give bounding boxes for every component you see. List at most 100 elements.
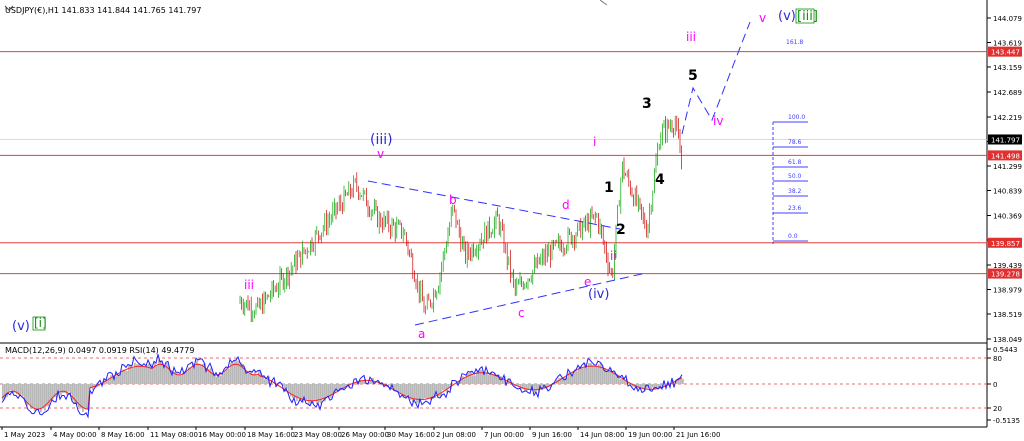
wave-label: 2 bbox=[616, 222, 626, 238]
wave-label: 3 bbox=[642, 96, 652, 112]
macd-bar bbox=[400, 384, 402, 395]
time-tick-label: 16 May 00:00 bbox=[198, 431, 246, 439]
macd-bar bbox=[488, 374, 490, 384]
macd-bar bbox=[84, 384, 86, 409]
macd-bar bbox=[264, 379, 266, 384]
macd-bar bbox=[140, 365, 142, 384]
macd-bar bbox=[118, 374, 120, 384]
macd-bar bbox=[50, 384, 52, 401]
macd-bar bbox=[526, 384, 528, 391]
indicator-pane[interactable]: MACD(12,26,9) 0.0497 0.0919 RSI(14) 49.4… bbox=[0, 342, 1020, 425]
macd-bar bbox=[406, 384, 408, 396]
indicator-axis[interactable]: 0.544380 0 20 -0.5135 bbox=[987, 346, 1020, 425]
macd-bar bbox=[28, 384, 30, 404]
time-tick-label: 2 Jun 08:00 bbox=[436, 431, 476, 439]
macd-bar bbox=[592, 365, 594, 384]
macd-bar bbox=[582, 368, 584, 384]
macd-bar bbox=[484, 373, 486, 384]
macd-bar bbox=[586, 367, 588, 384]
time-tick-label: 11 May 08:00 bbox=[150, 431, 198, 439]
macd-bar bbox=[292, 384, 294, 399]
time-axis[interactable]: 1 May 2023 4 May 00:00 8 May 16:00 11 May 0… bbox=[0, 426, 987, 439]
wave-label: v bbox=[377, 147, 384, 161]
macd-bar bbox=[416, 384, 418, 404]
time-tick-label: 1 May 2023 bbox=[4, 431, 45, 439]
macd-bar bbox=[200, 364, 202, 384]
macd-bar bbox=[554, 384, 556, 385]
macd-bar bbox=[8, 384, 10, 392]
time-tick-label: 18 May 16:00 bbox=[247, 431, 295, 439]
macd-bar bbox=[214, 375, 216, 384]
fib-level-label: 78.6 bbox=[788, 139, 802, 146]
fib-level-label: 50.0 bbox=[788, 173, 802, 180]
macd-bar bbox=[480, 369, 482, 384]
macd-bar bbox=[132, 368, 134, 384]
macd-bar bbox=[198, 363, 200, 384]
macd-bar bbox=[158, 359, 160, 384]
macd-bar bbox=[180, 375, 182, 384]
macd-bar bbox=[472, 375, 474, 384]
wave-label: iv bbox=[713, 114, 723, 128]
macd-bar bbox=[232, 362, 234, 384]
macd-bar bbox=[426, 384, 428, 400]
macd-bar bbox=[398, 384, 400, 393]
macd-bar bbox=[596, 366, 598, 384]
wave-label: ii bbox=[610, 249, 617, 263]
macd-bar bbox=[152, 366, 154, 384]
macd-bar bbox=[444, 384, 446, 390]
macd-bar bbox=[298, 384, 300, 399]
indicator-header: MACD(12,26,9) 0.0497 0.0919 RSI(14) 49.4… bbox=[5, 346, 194, 355]
macd-bar bbox=[164, 365, 166, 384]
macd-bar bbox=[578, 367, 580, 384]
macd-bar bbox=[608, 370, 610, 384]
macd-bar bbox=[464, 378, 466, 384]
wave-label: (v) bbox=[12, 319, 30, 334]
macd-bar bbox=[194, 365, 196, 384]
macd-bar bbox=[136, 364, 138, 384]
macd-bar bbox=[38, 384, 40, 410]
price-tick-label: 142.689 bbox=[993, 89, 1022, 97]
macd-bar bbox=[68, 384, 70, 392]
macd-bar bbox=[620, 379, 622, 384]
price-tick-label: 140.839 bbox=[993, 187, 1022, 195]
macd-bar bbox=[110, 375, 112, 384]
macd-bar bbox=[20, 384, 22, 395]
indicator-tick-label: 20 bbox=[993, 405, 1002, 413]
time-tick-label: 21 Jun 16:00 bbox=[676, 431, 720, 439]
macd-bar bbox=[144, 366, 146, 384]
macd-bar bbox=[652, 384, 654, 388]
macd-bar bbox=[226, 368, 228, 384]
macd-bar bbox=[308, 384, 310, 405]
macd-bar bbox=[250, 370, 252, 384]
time-tick-label: 26 May 00:00 bbox=[341, 431, 389, 439]
macd-bar bbox=[420, 384, 422, 399]
time-tick-label: 23 May 08:00 bbox=[294, 431, 342, 439]
macd-bar bbox=[594, 366, 596, 384]
fib-level-label: 0.0 bbox=[788, 233, 798, 240]
macd-bar bbox=[322, 384, 324, 399]
price-tick-label: 138.049 bbox=[993, 336, 1022, 344]
price-tick-label: 138.979 bbox=[993, 286, 1022, 294]
fib-level-label: 100.0 bbox=[788, 114, 805, 121]
macd-bar bbox=[190, 367, 192, 384]
price-tick-label: 143.159 bbox=[993, 64, 1022, 72]
fib-level-label: 61.8 bbox=[788, 159, 802, 166]
macd-bar bbox=[326, 384, 328, 397]
macd-bar bbox=[86, 384, 88, 410]
macd-bar bbox=[492, 374, 494, 384]
wave-label: (v) bbox=[778, 9, 796, 24]
time-tick-label: 30 May 16:00 bbox=[387, 431, 435, 439]
macd-bar bbox=[148, 363, 150, 384]
macd-bar bbox=[296, 384, 298, 401]
wave-label: c bbox=[518, 306, 525, 320]
fib-level-label: 23.6 bbox=[788, 205, 802, 212]
wave-label: (iv) bbox=[588, 287, 609, 302]
chart-window[interactable]: 161.8100.078.661.850.038.223.60.0 (v) [i]… bbox=[0, 0, 1024, 441]
wave-label: iii bbox=[686, 30, 696, 44]
macd-bar bbox=[210, 367, 212, 384]
macd-bar bbox=[474, 375, 476, 384]
macd-bar bbox=[36, 384, 38, 409]
macd-bar bbox=[524, 384, 526, 392]
macd-bar bbox=[288, 384, 290, 393]
price-axis[interactable]: 144.079 143.619 143.159 142.689 142.219 141.7… bbox=[987, 15, 1022, 344]
